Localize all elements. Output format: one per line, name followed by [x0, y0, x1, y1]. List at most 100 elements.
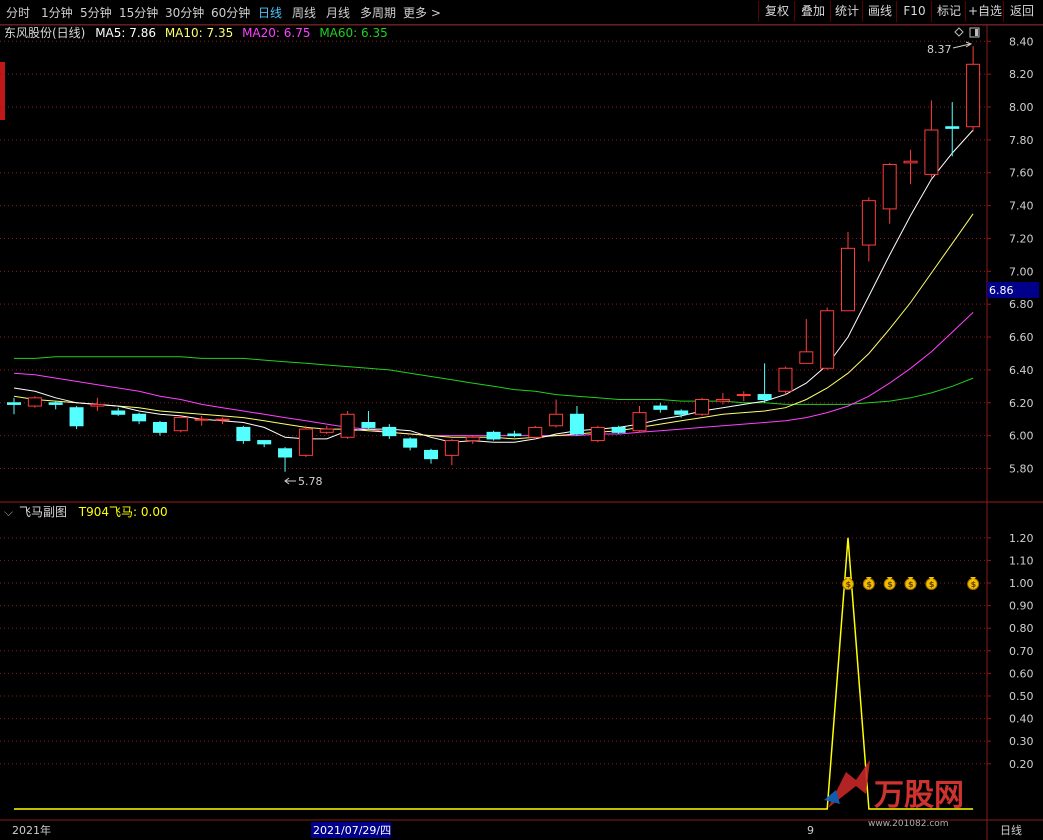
candle: [7, 397, 21, 415]
candle-body: [424, 449, 438, 460]
candle: [820, 307, 835, 370]
candle-body: [236, 426, 251, 442]
candle-body: [48, 402, 63, 405]
money-bag-icon: $: [862, 577, 875, 591]
watermark-url: www.201082.com: [868, 819, 949, 829]
money-bag-icon: $: [904, 577, 917, 591]
money-bag-icon: $: [883, 577, 896, 591]
candle: [257, 440, 272, 448]
candle-body: [298, 428, 313, 456]
candle: [173, 415, 188, 433]
money-bag-symbol: $: [887, 580, 893, 589]
candle-body: [653, 405, 668, 410]
candle-body: [340, 413, 355, 438]
candle-body: [486, 431, 501, 440]
y-tick-label: 0.30: [1009, 735, 1034, 748]
high-annotation: 8.37: [927, 41, 973, 56]
money-bag-icon: $: [925, 577, 938, 591]
candle-body: [882, 164, 897, 210]
candle: [799, 318, 814, 364]
candle-body: [465, 436, 480, 442]
money-bag-symbol: $: [908, 580, 914, 589]
candle-body: [611, 426, 626, 433]
candle: [757, 363, 772, 403]
candle-body: [361, 421, 376, 428]
candle-body: [403, 438, 418, 448]
corner-icons[interactable]: [954, 27, 980, 38]
low-annotation: 5.78: [284, 475, 323, 488]
candle: [69, 406, 84, 430]
money-bag-symbol: $: [929, 580, 935, 589]
money-bag-symbol: $: [866, 580, 872, 589]
y-tick-label: 0.70: [1009, 645, 1034, 658]
candle: [236, 425, 251, 444]
candle: [903, 149, 918, 185]
y-tick-label: 6.80: [1009, 298, 1034, 311]
candle-body: [278, 448, 293, 458]
candle-body: [945, 126, 960, 129]
y-tick-label: 7.20: [1009, 232, 1034, 245]
y-tick-label: 0.90: [1009, 600, 1034, 613]
candle-body: [820, 310, 835, 369]
candle-body: [778, 367, 793, 392]
candle: [298, 425, 313, 457]
sub-y-axis: 1.20 1.10 1.00 0.90 0.80 0.70 0.60 0.50 0.40 0.30…: [987, 532, 1034, 771]
candle-body: [69, 407, 84, 427]
candle: [528, 425, 543, 439]
candle-body: [444, 440, 459, 456]
y-tick-label: 7.60: [1009, 167, 1034, 180]
money-bag-icon: $: [967, 577, 980, 591]
candle-body: [319, 428, 334, 433]
candle: [444, 438, 459, 466]
candle-body: [903, 160, 918, 164]
candle: [48, 401, 63, 410]
candle: [424, 448, 438, 464]
candle: [132, 412, 147, 425]
candle: [569, 406, 584, 436]
candle: [924, 100, 939, 178]
candle: [549, 399, 564, 428]
candle-body: [528, 426, 543, 438]
candle-body: [841, 247, 855, 312]
cursor-date-label: 2021/07/29/四: [313, 824, 391, 837]
candle: [861, 197, 876, 262]
candle: [507, 430, 522, 438]
candle: [632, 406, 647, 433]
candle-body: [632, 412, 647, 432]
candle-body: [132, 413, 147, 422]
candle: [715, 392, 730, 405]
kline-chart[interactable]: $ $ $ $ $ $ 8.40 8.20 8.00 7.80 7.60 7.40 7.20 7.00 6…: [0, 0, 1043, 840]
candle-body: [152, 421, 167, 433]
main-y-axis: 8.40 8.20 8.00 7.80 7.60 7.40 7.20 7.00 6.80 6.60…: [987, 35, 1034, 475]
candle-body: [90, 403, 105, 407]
candle: [966, 46, 981, 132]
candle-body: [111, 410, 126, 415]
y-tick-label: 0.40: [1009, 713, 1034, 726]
candle-body: [590, 426, 605, 442]
year-label: 2021年: [12, 823, 51, 837]
high-label: 8.37: [927, 43, 952, 56]
candle: [590, 425, 605, 443]
candle-body: [507, 433, 522, 437]
candle-body: [27, 397, 42, 407]
y-tick-label: 6.40: [1009, 364, 1034, 377]
ma-lines: [13, 129, 974, 443]
candle-body: [799, 351, 814, 364]
y-tick-label: 0.80: [1009, 622, 1034, 635]
y-tick-label: 8.20: [1009, 68, 1034, 81]
money-bag-symbol: $: [846, 580, 852, 589]
y-tick-label: 7.00: [1009, 265, 1034, 278]
indicator-line: [14, 537, 974, 810]
candle: [882, 162, 897, 224]
y-tick-label: 7.40: [1009, 200, 1034, 213]
y-tick-label: 0.60: [1009, 667, 1034, 680]
candle: [340, 410, 355, 439]
candle: [403, 437, 418, 451]
candle-body: [736, 394, 751, 397]
y-tick-label: 5.80: [1009, 462, 1034, 475]
watermark: 万股网 www.201082.com: [824, 760, 964, 829]
y-tick-label: 7.80: [1009, 134, 1034, 147]
candles: [7, 46, 981, 472]
y-tick-label: 6.20: [1009, 397, 1034, 410]
candle-body: [715, 398, 730, 402]
